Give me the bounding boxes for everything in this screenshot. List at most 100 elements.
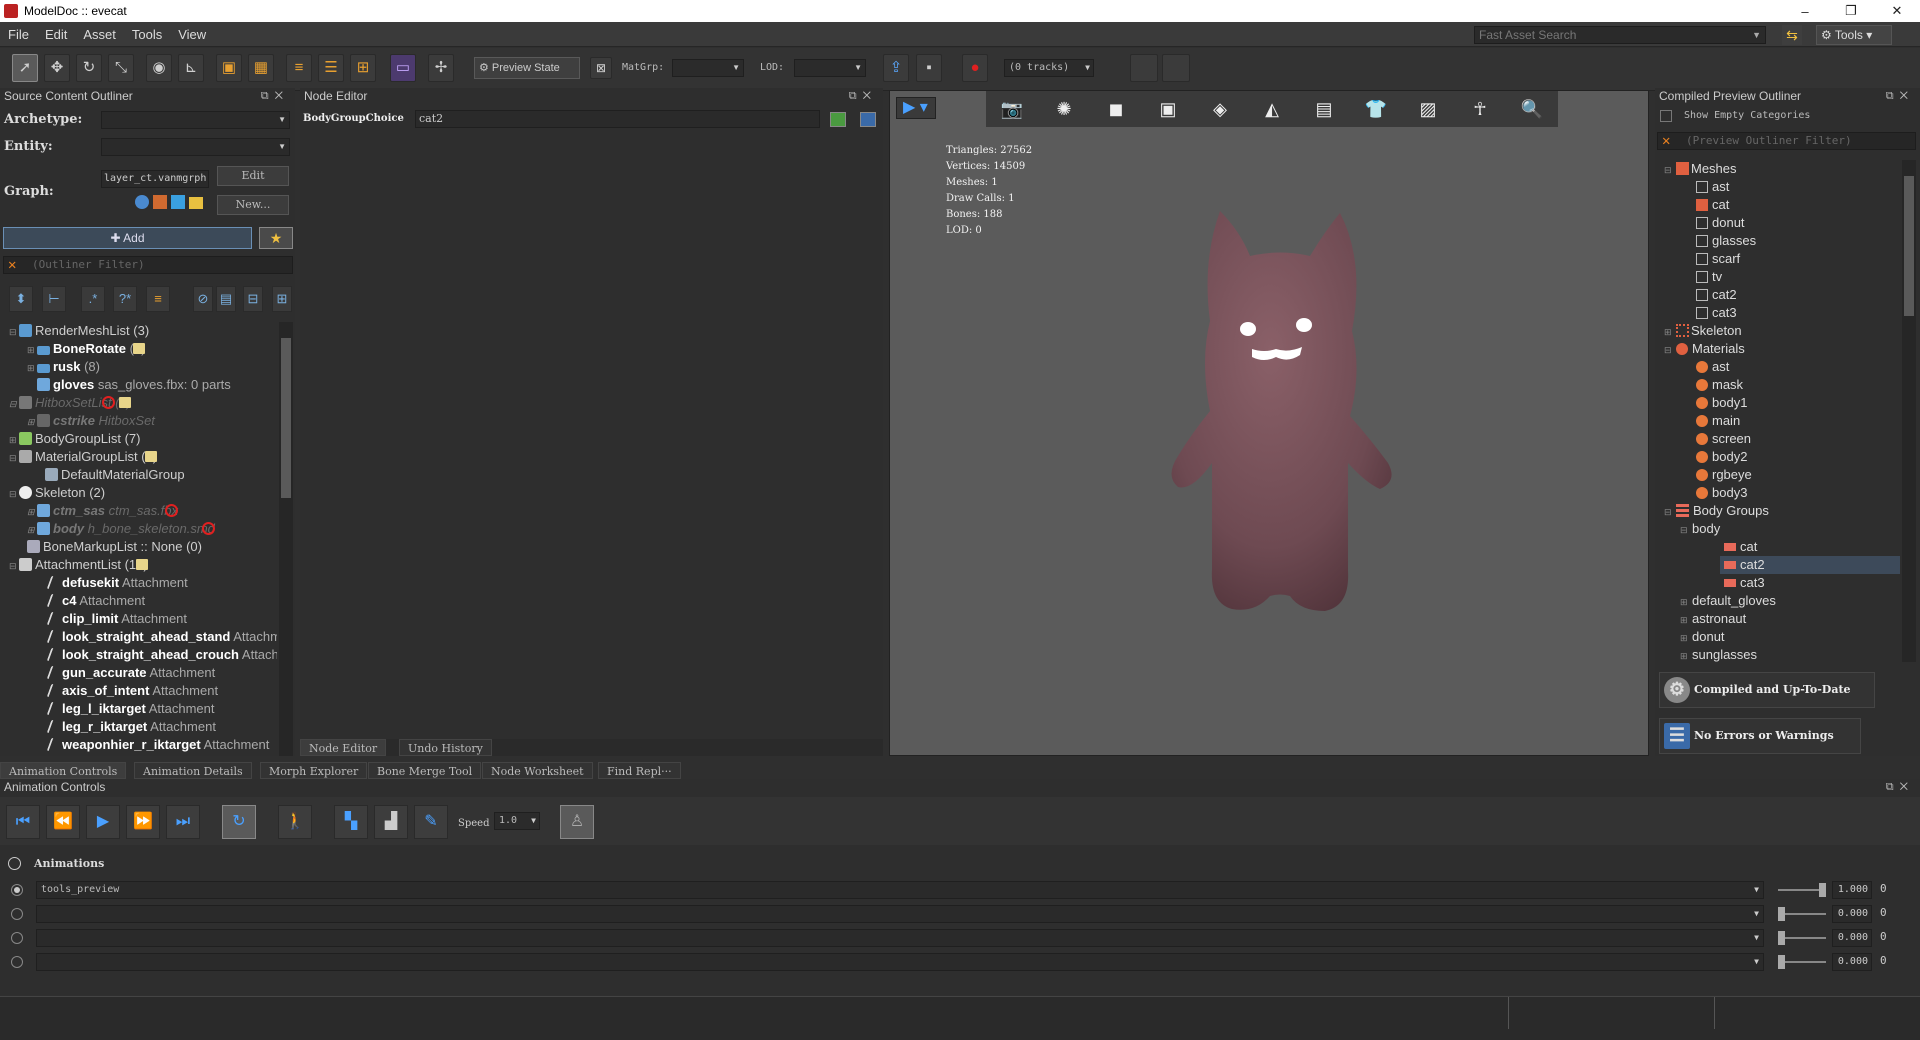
- window-tool-icon[interactable]: ▭: [390, 54, 416, 82]
- menu-asset[interactable]: Asset: [75, 27, 124, 42]
- graph-edit-button[interactable]: Edit: [217, 166, 289, 186]
- expander-icon[interactable]: ⊞: [27, 413, 37, 431]
- tree-node-body[interactable]: ⊞ body h_bone_skeleton.smd: [27, 520, 215, 538]
- outliner-filter-input[interactable]: ✕ (Outliner Filter): [3, 256, 293, 274]
- tab-node-worksheet[interactable]: Node Worksheet: [482, 762, 593, 779]
- animation-weight-slider[interactable]: [1778, 955, 1826, 969]
- close-button[interactable]: ✕: [1874, 3, 1920, 19]
- scrollbar-thumb[interactable]: [1904, 176, 1914, 316]
- animation-weight-value[interactable]: 0.000: [1832, 905, 1872, 923]
- tab-morph-explorer[interactable]: Morph Explorer: [260, 762, 368, 779]
- animation-weight-value[interactable]: 1.000: [1832, 881, 1872, 899]
- shirt-icon[interactable]: 👕: [1361, 95, 1391, 123]
- regex-icon[interactable]: ?*: [113, 286, 137, 312]
- step-forward-icon[interactable]: ⏩: [126, 805, 160, 839]
- menu-view[interactable]: View: [170, 27, 214, 42]
- mesh-checkbox[interactable]: [1696, 181, 1708, 193]
- cpo-mesh-item[interactable]: tv: [1696, 268, 1722, 286]
- cpo-group-node[interactable]: ⊞ sunglasses: [1680, 646, 1757, 662]
- wireframe-cube-icon[interactable]: ◈: [1205, 95, 1235, 123]
- add-choice-icon[interactable]: [830, 112, 846, 127]
- cpo-material-item[interactable]: screen: [1696, 430, 1751, 448]
- cpo-body-node[interactable]: ⊟ body: [1680, 520, 1720, 538]
- cpo-material-item[interactable]: body3: [1696, 484, 1747, 502]
- expander-icon[interactable]: ⊞: [1680, 593, 1692, 611]
- align-tool-icon[interactable]: ≡: [286, 54, 312, 82]
- animation-slot-radio[interactable]: [11, 956, 23, 968]
- skip-to-start-icon[interactable]: ⏮: [6, 805, 40, 839]
- animation-slot-radio[interactable]: [11, 932, 23, 944]
- tree-node-bonemarkuplist[interactable]: BoneMarkupList :: None (0): [27, 538, 202, 556]
- expander-icon[interactable]: ⊟: [9, 449, 19, 467]
- menu-tools[interactable]: Tools: [124, 27, 170, 42]
- archetype-select[interactable]: ▼: [101, 111, 290, 129]
- animation-select[interactable]: ▼: [36, 905, 1764, 923]
- slider-knob[interactable]: [1819, 883, 1826, 897]
- tree-node-materialgrouplist[interactable]: ⊟ MaterialGroupList (1): [9, 448, 158, 467]
- lightbulb-icon[interactable]: ✺: [1049, 95, 1079, 123]
- graph-field[interactable]: layer_ct.vanmgrph: [101, 170, 209, 188]
- expand-all-icon[interactable]: ⊞: [272, 286, 292, 312]
- mesh-checkbox[interactable]: [1696, 235, 1708, 247]
- expander-icon[interactable]: ⊟: [9, 557, 19, 575]
- panel-controls-icon[interactable]: ⧉✕: [261, 88, 289, 105]
- compile-status-button[interactable]: ⚙ Compiled and Up-To-Date: [1659, 672, 1875, 708]
- mesh-checkbox[interactable]: [1696, 289, 1708, 301]
- animation-weight-slider[interactable]: [1778, 931, 1826, 945]
- browse-icon[interactable]: [860, 112, 876, 127]
- skip-to-end-icon[interactable]: ⏭: [166, 805, 200, 839]
- save-icon[interactable]: ▪: [916, 54, 942, 82]
- cpo-skeleton-node[interactable]: ⊞ Skeleton: [1664, 322, 1742, 340]
- slider-knob[interactable]: [1778, 955, 1785, 969]
- favorite-star-icon[interactable]: ★: [259, 227, 293, 249]
- tree-node-attachment[interactable]: gun_accurate Attachment: [46, 664, 215, 682]
- tree-node-ctm-sas[interactable]: ⊞ ctm_sas ctm_sas.fbx: [27, 502, 179, 520]
- tree-node-attachment[interactable]: look_straight_ahead_crouch Attachme: [46, 646, 277, 664]
- pin-tool-icon[interactable]: ✢: [428, 54, 454, 82]
- show-empty-checkbox[interactable]: [1660, 110, 1672, 122]
- track-slot-1[interactable]: [1130, 54, 1158, 82]
- graph-node-icon[interactable]: [153, 195, 167, 209]
- monitor-icon[interactable]: ▣: [1153, 95, 1183, 123]
- minimize-button[interactable]: –: [1782, 4, 1828, 19]
- tab-animation-controls[interactable]: Animation Controls: [0, 762, 127, 779]
- frame-tool-icon[interactable]: ⊞: [350, 54, 376, 82]
- expander-icon[interactable]: ⊞: [9, 431, 19, 449]
- tab-undo-history[interactable]: Undo History: [399, 739, 492, 756]
- cpo-body-choice-selected[interactable]: cat2: [1720, 556, 1900, 574]
- mannequin-icon[interactable]: ♙: [560, 805, 594, 839]
- disabled-icon[interactable]: [165, 504, 179, 517]
- expander-icon[interactable]: ⊞: [1680, 629, 1692, 647]
- tree-node-skeleton[interactable]: ⊟ Skeleton (2): [9, 484, 105, 502]
- expander-icon[interactable]: ⊟: [1664, 161, 1676, 179]
- preview-state-button[interactable]: ⚙ Preview State: [474, 57, 580, 79]
- mesh-checkbox[interactable]: [1696, 307, 1708, 319]
- cpo-mesh-item[interactable]: cat2: [1696, 286, 1737, 304]
- cpo-material-item[interactable]: ast: [1696, 358, 1729, 376]
- cpo-material-item[interactable]: mask: [1696, 376, 1743, 394]
- cpo-material-item[interactable]: main: [1696, 412, 1740, 430]
- tree-node-bodygrouplist[interactable]: ⊞ BodyGroupList (7): [9, 430, 141, 448]
- bodygroupchoice-field[interactable]: cat2: [415, 110, 820, 128]
- animation-select[interactable]: ▼: [36, 953, 1764, 971]
- expander-icon[interactable]: ⊟: [1664, 341, 1676, 359]
- expander-icon[interactable]: ⊞: [27, 359, 37, 377]
- menu-edit[interactable]: Edit: [37, 27, 75, 42]
- magnifier-icon[interactable]: 🔍: [1517, 95, 1547, 123]
- mesh-checkbox-checked[interactable]: [1696, 199, 1708, 211]
- tab-animation-details[interactable]: Animation Details: [134, 762, 252, 779]
- cpo-body-choice[interactable]: cat3: [1724, 574, 1765, 592]
- matgrp-select[interactable]: ▼: [672, 59, 744, 77]
- slider-knob[interactable]: [1778, 931, 1785, 945]
- animation-weight-value[interactable]: 0.000: [1832, 929, 1872, 947]
- clear-filter-icon[interactable]: ✕: [8, 257, 16, 273]
- tools-dropdown[interactable]: ⚙ Tools ▾: [1816, 25, 1892, 45]
- tree-node-attachment[interactable]: look_straight_ahead_stand Attachment: [46, 628, 277, 646]
- panel-controls-icon[interactable]: ⧉✕: [1886, 779, 1914, 796]
- add-button[interactable]: ✚ Add: [3, 227, 252, 249]
- 3d-viewport[interactable]: ▶ ▾ 📷 ✺ ◼ ▣ ◈ ◭ ▤ 👕 ▨ ☥ 🔍 Triangles: 275…: [889, 90, 1649, 756]
- cpo-scrollbar[interactable]: [1902, 160, 1916, 662]
- track-slot-2[interactable]: [1162, 54, 1190, 82]
- tab-bone-merge-tool[interactable]: Bone Merge Tool: [368, 762, 482, 779]
- tree-node-attachment[interactable]: axis_of_intent Attachment: [46, 682, 218, 700]
